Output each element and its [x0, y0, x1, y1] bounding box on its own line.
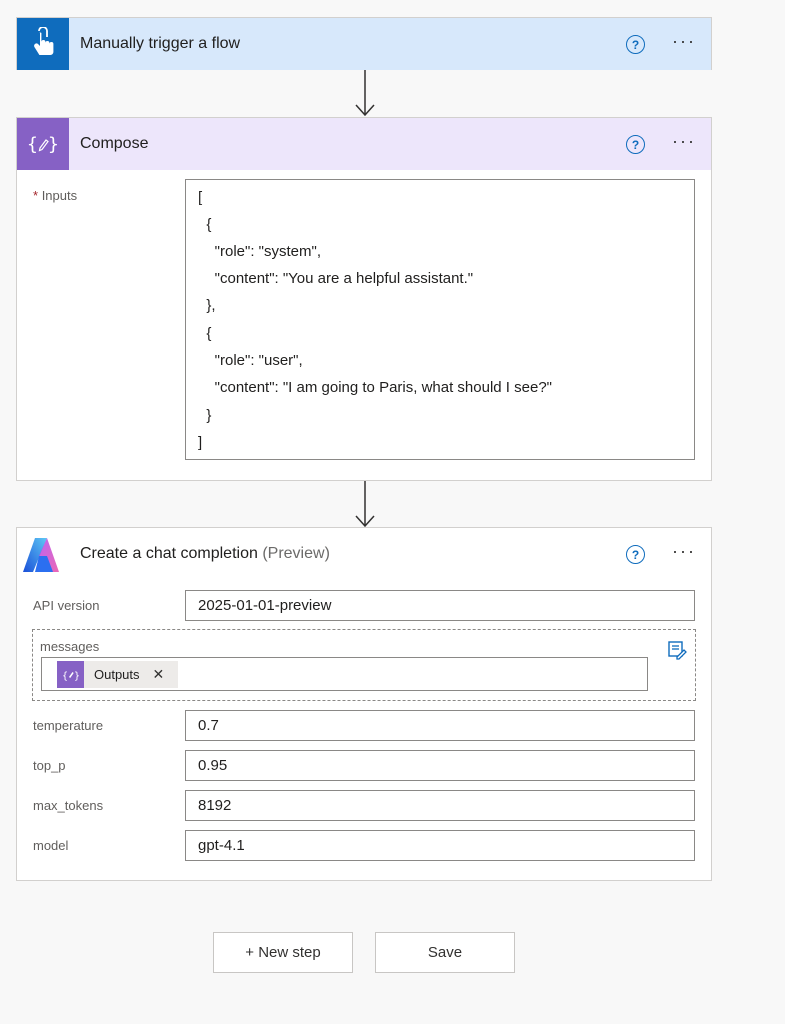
messages-field: messages { } Outputs ✕: [32, 629, 696, 701]
messages-input[interactable]: { } Outputs ✕: [41, 657, 648, 691]
model-label: model: [33, 838, 69, 853]
svg-text:}: }: [48, 134, 59, 155]
more-options-icon[interactable]: ···: [671, 542, 697, 566]
chat-card-header[interactable]: Create a chat completion (Preview) ? ···: [17, 528, 711, 580]
help-icon[interactable]: ?: [626, 135, 645, 154]
flow-arrow-icon: [355, 481, 375, 528]
chat-icon-tile: [17, 528, 69, 580]
chat-title-text: Create a chat completion: [80, 545, 258, 562]
more-options-icon[interactable]: ···: [671, 132, 697, 156]
compose-braces-icon: { }: [27, 134, 59, 155]
inputs-label-text: Inputs: [41, 188, 78, 203]
azure-openai-icon: [23, 538, 59, 572]
code-line: [: [198, 189, 203, 206]
flow-arrow-icon: [355, 70, 375, 117]
svg-text:{: {: [27, 134, 38, 155]
help-icon[interactable]: ?: [626, 35, 645, 54]
trigger-icon-tile: [17, 18, 69, 70]
code-line: ]: [198, 434, 203, 451]
token-icon-tile: { }: [57, 661, 84, 688]
compose-card[interactable]: { } Compose ? ··· * Inputs [ { "role": "…: [16, 117, 712, 481]
compose-title: Compose: [80, 135, 149, 152]
trigger-title: Manually trigger a flow: [80, 35, 241, 52]
messages-label: messages: [40, 639, 100, 654]
save-button[interactable]: Save: [375, 932, 515, 973]
inputs-editor[interactable]: [ { "role": "system", "content": "You ar…: [185, 179, 695, 460]
code-line: {: [198, 325, 212, 342]
code-line: }: [198, 407, 212, 424]
help-icon[interactable]: ?: [626, 545, 645, 564]
code-line: "content": "You are a helpful assistant.…: [198, 270, 474, 287]
more-options-icon[interactable]: ···: [671, 32, 697, 56]
temperature-label: temperature: [33, 718, 104, 733]
compose-card-header[interactable]: { } Compose ? ···: [17, 118, 711, 170]
inputs-label: * Inputs: [33, 188, 77, 203]
trigger-card-header[interactable]: Manually trigger a flow ? ···: [17, 18, 711, 70]
new-step-button[interactable]: + New step: [213, 932, 353, 973]
max-tokens-input[interactable]: 8192: [185, 790, 695, 821]
remove-token-icon[interactable]: ✕: [153, 666, 165, 683]
max-tokens-label: max_tokens: [33, 798, 104, 813]
chat-title: Create a chat completion (Preview): [80, 545, 330, 563]
svg-text:{: {: [62, 671, 68, 682]
model-input[interactable]: gpt-4.1: [185, 830, 695, 861]
api-version-label: API version: [33, 598, 100, 613]
api-version-input[interactable]: 2025-01-01-preview: [185, 590, 695, 621]
code-line: "role": "user",: [198, 352, 303, 369]
compose-braces-icon: { }: [62, 671, 80, 682]
outputs-token-label: Outputs: [94, 667, 140, 682]
top-p-label: top_p: [33, 758, 66, 773]
chat-title-suffix: (Preview): [262, 545, 330, 562]
outputs-token[interactable]: { } Outputs ✕: [57, 661, 178, 688]
compose-icon-tile: { }: [17, 118, 69, 170]
edit-array-icon[interactable]: [667, 640, 687, 660]
svg-text:}: }: [74, 671, 80, 682]
temperature-input[interactable]: 0.7: [185, 710, 695, 741]
tap-hand-icon: [34, 27, 54, 55]
top-p-input[interactable]: 0.95: [185, 750, 695, 781]
required-mark: *: [33, 188, 39, 203]
code-line: "content": "I am going to Paris, what sh…: [198, 379, 552, 396]
code-line: {: [198, 216, 212, 233]
chat-completion-card[interactable]: Create a chat completion (Preview) ? ···…: [16, 527, 712, 881]
code-line: },: [198, 297, 216, 314]
code-line: "role": "system",: [198, 243, 321, 260]
trigger-card[interactable]: Manually trigger a flow ? ···: [16, 17, 712, 70]
